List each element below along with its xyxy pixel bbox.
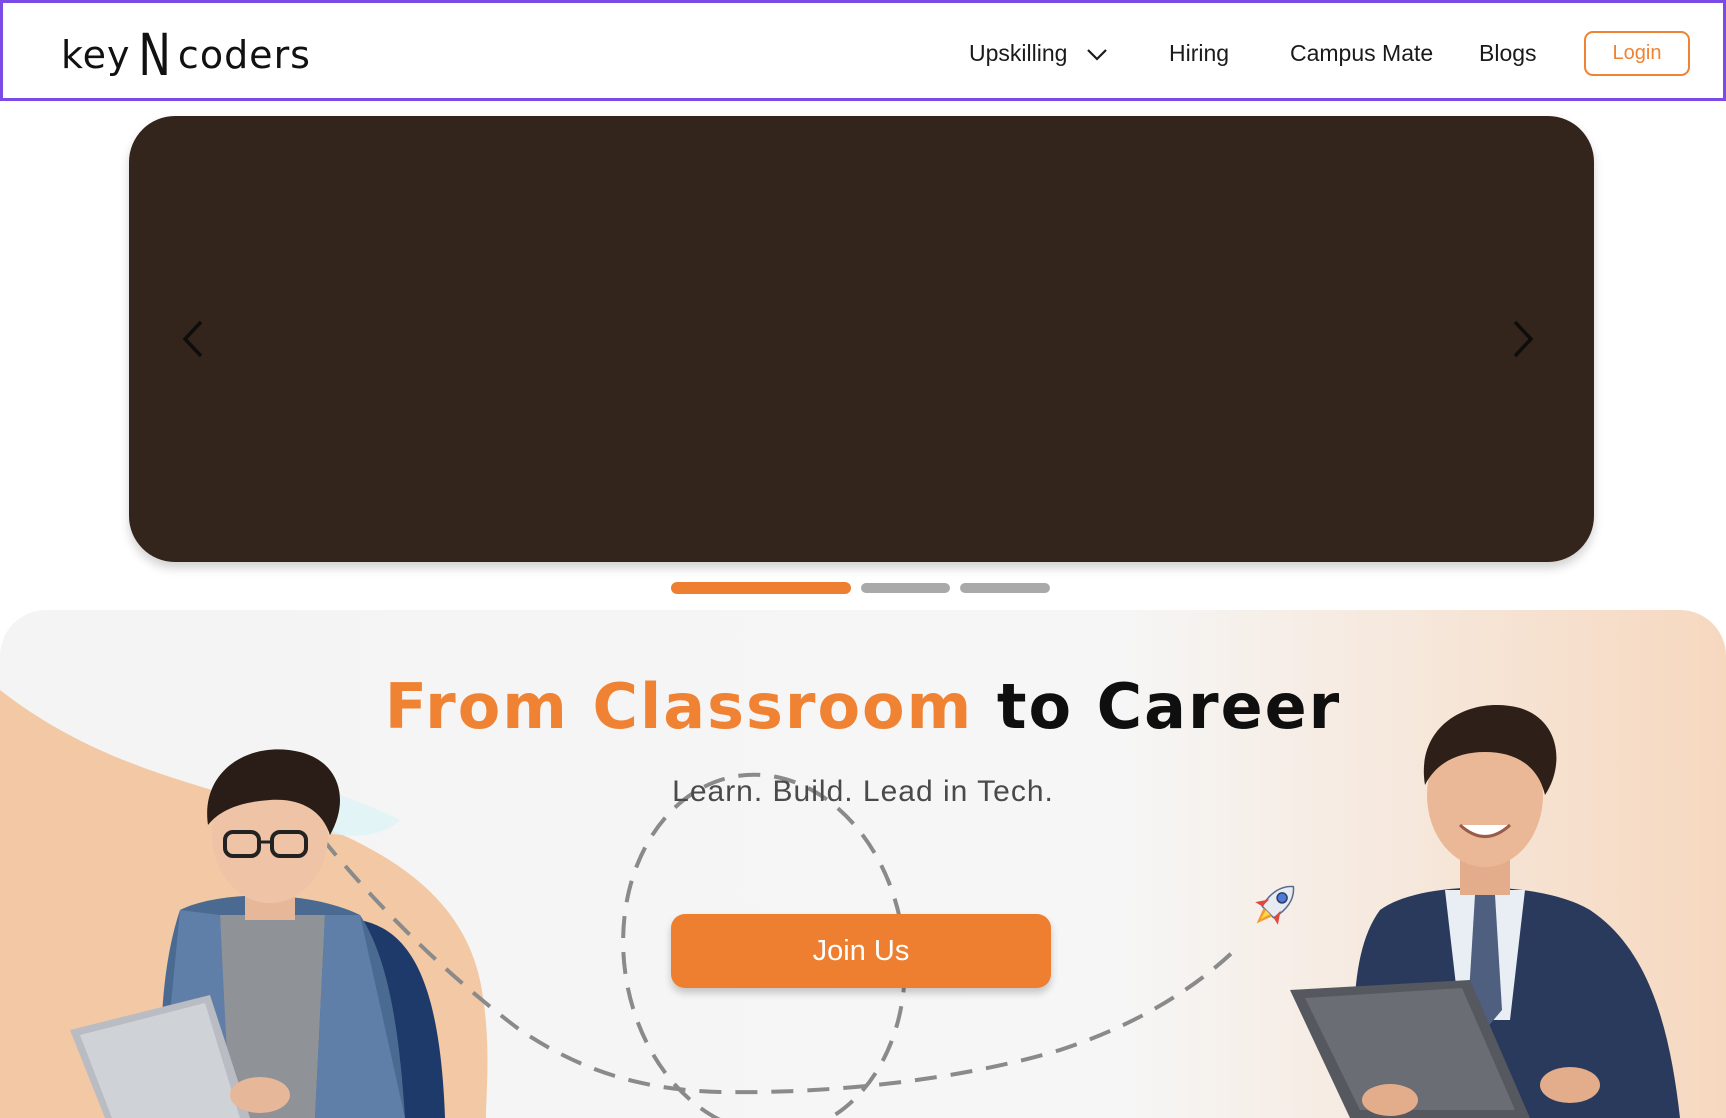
logo-text-left: key <box>61 33 131 77</box>
carousel-next-button[interactable] <box>1501 314 1541 364</box>
logo-text-mid: N <box>137 21 171 89</box>
hero-title-rest: to Career <box>996 670 1342 743</box>
join-us-button[interactable]: Join Us <box>671 914 1051 988</box>
carousel-dot-3[interactable] <box>960 583 1050 593</box>
nav-upskilling[interactable]: Upskilling <box>969 40 1108 67</box>
carousel-dot-1[interactable] <box>671 582 851 594</box>
page: key N coders Upskilling Hiring Campus Ma… <box>0 0 1726 1118</box>
login-button[interactable]: Login <box>1584 31 1690 76</box>
chevron-down-icon <box>1087 49 1107 61</box>
hero-section: From Classroom to Career Learn. Build. L… <box>0 610 1726 1118</box>
hero-carousel <box>129 116 1594 562</box>
carousel-dot-2[interactable] <box>861 583 950 593</box>
professional-image <box>1290 705 1680 1118</box>
logo-text-right: coders <box>177 33 311 77</box>
hero-subtitle: Learn. Build. Lead in Tech. <box>672 775 1054 808</box>
nav-blogs[interactable]: Blogs <box>1479 40 1537 67</box>
nav-hiring[interactable]: Hiring <box>1169 40 1229 67</box>
nav-upskilling-label: Upskilling <box>969 40 1068 66</box>
carousel-prev-button[interactable] <box>175 314 215 364</box>
chevron-right-icon <box>1513 320 1534 358</box>
chevron-left-icon <box>182 320 203 358</box>
carousel-indicators <box>0 582 1726 594</box>
hero-title-highlight: From Classroom <box>384 670 974 743</box>
hero-title: From Classroom to Career <box>0 670 1726 743</box>
nav-campus-mate[interactable]: Campus Mate <box>1290 40 1433 67</box>
site-header: key N coders Upskilling Hiring Campus Ma… <box>0 0 1726 101</box>
site-logo[interactable]: key N coders <box>61 21 311 89</box>
